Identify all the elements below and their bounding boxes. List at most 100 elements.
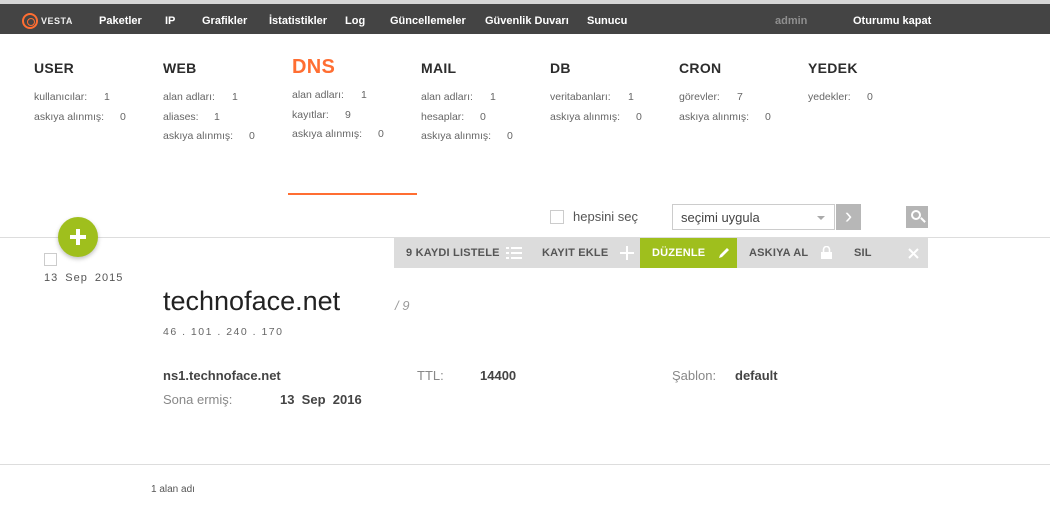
stat-label: askıya alınmış: xyxy=(34,110,105,123)
tab-title: YEDEK xyxy=(808,60,858,76)
suspend-label: ASKIYA AL xyxy=(749,247,809,259)
plus-icon xyxy=(620,246,634,260)
tab-title: DB xyxy=(550,60,571,76)
search-button[interactable] xyxy=(906,206,928,228)
stat-row: kayıtlar: 9 xyxy=(292,109,362,129)
list-records-label: 9 KAYDI LISTELE xyxy=(406,247,500,259)
chevron-down-icon xyxy=(817,216,825,220)
record-count: / 9 xyxy=(395,298,410,313)
stat-row: yedekler: 0 xyxy=(808,91,873,111)
top-navigation-bar: VESTA Paketler IP Grafikler İstatistikle… xyxy=(0,0,1050,34)
stat-row: veritabanları: 1 xyxy=(550,91,634,111)
tab-title: CRON xyxy=(679,60,722,76)
edit-button[interactable]: DÜZENLE xyxy=(640,238,737,268)
nav-grafikler[interactable]: Grafikler xyxy=(202,15,247,27)
apply-bulk-action-button[interactable]: › xyxy=(836,204,861,230)
domain-count: 1 alan adı xyxy=(151,484,195,495)
plus-icon-vertical xyxy=(76,229,80,245)
expire-value: 13 Sep 2016 xyxy=(280,392,362,407)
stat-label: kullanıcılar: xyxy=(34,91,88,103)
list-divider-bottom xyxy=(0,464,1050,465)
ttl-value: 14400 xyxy=(480,368,517,383)
tab-mail[interactable]: MAIL alan adları: 1 hesaplar: 0 askıya alı… xyxy=(421,60,513,150)
stat-row: alan adları: 1 xyxy=(421,91,496,111)
vesta-logo-icon xyxy=(22,13,38,29)
suspend-button[interactable]: ASKIYA AL xyxy=(737,238,841,268)
stat-value: 0 xyxy=(636,110,642,123)
list-records-button[interactable]: 9 KAYDI LISTELE xyxy=(394,238,529,268)
stat-row: askıya alınmış: 0 xyxy=(550,111,642,131)
vesta-logo[interactable]: VESTA xyxy=(22,12,73,30)
tab-web[interactable]: WEB alan adları: 1 aliases: 1 askıya alınm… xyxy=(163,60,255,150)
delete-button[interactable]: SIL xyxy=(841,238,928,268)
ttl-label: TTL: xyxy=(417,368,444,383)
stat-label: kayıtlar: xyxy=(292,108,329,121)
nav-sunucu[interactable]: Sunucu xyxy=(587,15,627,27)
edit-label: DÜZENLE xyxy=(652,247,706,259)
pencil-icon xyxy=(719,248,729,258)
stat-label: askıya alınmış: xyxy=(679,110,750,123)
stat-value: 0 xyxy=(120,110,126,123)
tab-db[interactable]: DB veritabanları: 1 askıya alınmış: 0 xyxy=(550,60,642,131)
tab-title: MAIL xyxy=(421,60,457,76)
tab-yedek[interactable]: YEDEK yedekler: 0 xyxy=(808,60,873,111)
domain-name[interactable]: technoface.net xyxy=(163,286,340,317)
template-label: Şablon: xyxy=(672,368,717,383)
stat-value: 0 xyxy=(765,110,771,123)
nav-guvenlik-duvari[interactable]: Güvenlik Duvarı xyxy=(485,15,569,27)
nav-paketler[interactable]: Paketler xyxy=(99,15,142,27)
tab-dns[interactable]: DNS alan adları: 1 kayıtlar: 9 askıya alın… xyxy=(292,56,384,148)
stat-label: askıya alınmış: xyxy=(421,130,492,142)
stat-value: 1 xyxy=(490,91,496,103)
stat-label: hesaplar: xyxy=(421,110,465,123)
stat-row: kullanıcılar: 1 xyxy=(34,91,110,111)
stat-label: veritabanları: xyxy=(550,91,611,103)
logout-link[interactable]: Oturumu kapat xyxy=(853,15,931,27)
nav-ip[interactable]: IP xyxy=(165,15,175,27)
stat-value: 1 xyxy=(104,91,110,103)
nav-log[interactable]: Log xyxy=(345,15,365,27)
stat-value: 0 xyxy=(249,130,255,142)
stat-value: 1 xyxy=(232,91,238,103)
add-record-button[interactable]: KAYIT EKLE xyxy=(530,238,640,268)
bulk-action-select[interactable]: seçimi uygula xyxy=(672,204,835,230)
bulk-action-selected: seçimi uygula xyxy=(681,210,760,225)
record-date: 13 Sep 2015 xyxy=(44,272,124,284)
stat-value: 0 xyxy=(507,130,513,142)
active-tab-indicator xyxy=(288,193,417,195)
domain-ip: 46 . 101 . 240 . 170 xyxy=(163,326,284,338)
stat-row: askıya alınmış: 0 xyxy=(679,110,771,131)
row-checkbox[interactable] xyxy=(44,253,57,266)
nav-guncellemeler[interactable]: Güncellemeler xyxy=(390,15,466,27)
stat-value: 0 xyxy=(480,110,486,123)
delete-label: SIL xyxy=(854,247,872,259)
close-icon xyxy=(908,248,919,259)
stat-label: yedekler: xyxy=(808,91,851,103)
stat-value: 1 xyxy=(361,89,367,101)
stat-value: 9 xyxy=(345,108,351,121)
stat-row: askıya alınmış: 0 xyxy=(34,110,126,131)
select-all-checkbox[interactable] xyxy=(550,210,564,224)
stat-value: 1 xyxy=(214,110,220,123)
add-domain-button[interactable] xyxy=(58,217,98,257)
current-user[interactable]: admin xyxy=(775,15,807,27)
tab-cron[interactable]: CRON görevler: 7 askıya alınmış: 0 xyxy=(679,60,771,131)
add-record-label: KAYIT EKLE xyxy=(542,247,609,259)
stat-row: askıya alınmış: 0 xyxy=(163,130,255,150)
logo-text: VESTA xyxy=(41,16,73,26)
list-icon xyxy=(506,247,522,259)
stat-row: askıya alınmış: 0 xyxy=(292,128,384,148)
template-value: default xyxy=(735,368,778,383)
tab-title: WEB xyxy=(163,60,197,76)
select-all-label[interactable]: hepsini seç xyxy=(573,209,638,224)
stat-value: 1 xyxy=(628,91,634,103)
search-icon-handle xyxy=(920,217,926,223)
stat-label: askıya alınmış: xyxy=(292,128,363,140)
lock-icon xyxy=(821,246,832,259)
nav-istatistikler[interactable]: İstatistikler xyxy=(269,15,327,27)
stat-row: aliases: 1 xyxy=(163,111,233,131)
tab-user[interactable]: USER kullanıcılar: 1 askıya alınmış: 0 xyxy=(34,60,126,131)
stat-row: alan adları: 1 xyxy=(163,91,238,111)
stat-row: askıya alınmış: 0 xyxy=(421,130,513,150)
stat-label: askıya alınmış: xyxy=(163,130,234,142)
